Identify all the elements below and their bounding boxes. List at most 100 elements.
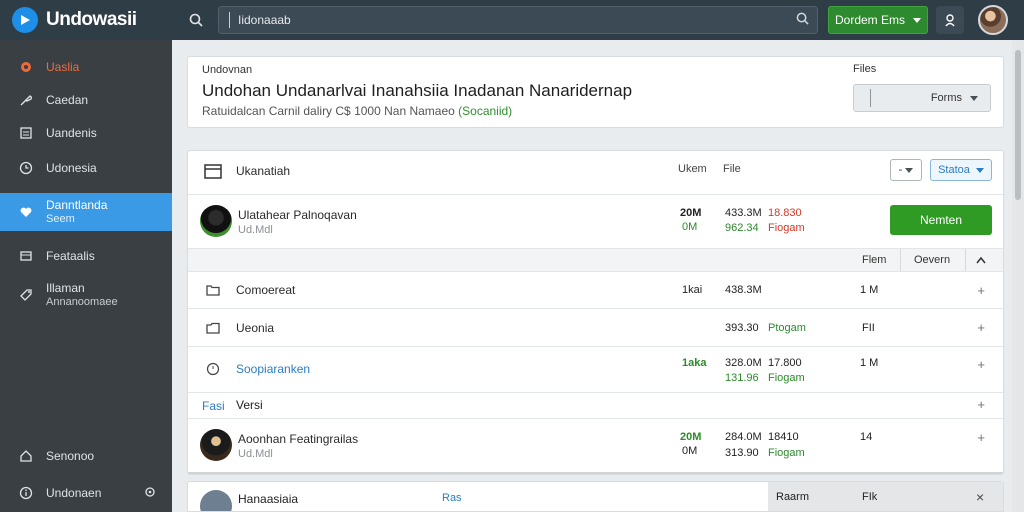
summary-eyebrow: Undovnan <box>202 64 253 76</box>
select-divider <box>870 89 871 107</box>
row-value-1b: 0M <box>682 221 698 233</box>
expand-icon[interactable]: + <box>977 397 985 412</box>
sidebar-item-undonaen[interactable]: Undonaen <box>0 476 172 510</box>
chevron-down-icon <box>970 95 978 101</box>
avatar[interactable] <box>978 5 1008 35</box>
row-value-3: 18410 <box>768 431 799 443</box>
summary-card: Undovnan Undohan Undanarlvai Inanahsiia … <box>187 56 1004 128</box>
row-action-button[interactable]: Nemten <box>890 205 992 235</box>
row-value-1: 1aka <box>682 357 707 369</box>
table-row[interactable]: Ueonia 393.30 Ptogam FII + <box>188 309 1003 347</box>
search-icon[interactable] <box>186 10 206 30</box>
screen-icon <box>18 248 34 264</box>
sidebar-item-sublabel: Seem <box>46 213 75 225</box>
avatar <box>200 205 232 237</box>
app-name: Undowasii <box>46 9 137 30</box>
row-value-4: 1 M <box>860 357 879 369</box>
row-meta: Ud.Mdl <box>238 224 273 236</box>
chevron-down-icon <box>913 17 921 23</box>
avatar <box>200 429 232 461</box>
expand-icon[interactable]: + <box>977 283 985 298</box>
bottom-column-fik[interactable]: FIk <box>862 491 877 503</box>
files-select-value: Forms <box>930 92 962 104</box>
chevron-down-icon <box>905 167 914 173</box>
sidebar-item-uandenis[interactable]: Uandenis <box>0 116 172 150</box>
summary-subtitle-text: Ratuidalcan Carnil daliry C$ 1000 Nan Na… <box>202 104 455 118</box>
search-input[interactable] <box>238 13 778 27</box>
row-value-2b: 131.96 <box>725 372 759 384</box>
vertical-scrollbar[interactable] <box>1012 40 1024 512</box>
settings-icon[interactable] <box>144 486 156 501</box>
section-row[interactable]: Fasi Versi + <box>188 393 1003 419</box>
column-header-flem[interactable]: Flem <box>862 249 886 271</box>
search-submit-icon[interactable] <box>796 12 809 28</box>
sidebar-item-label: Udonesia <box>46 161 97 175</box>
bottom-card[interactable]: Hanaasiaia Ras Raarm FIk × <box>187 481 1004 512</box>
table-row[interactable]: Aoonhan Featingrailas Ud.Mdl 20M 0M 284.… <box>188 419 1003 474</box>
status-dropdown[interactable]: Statoa <box>930 159 992 181</box>
document-icon <box>18 125 34 141</box>
row-name: Comoereat <box>236 283 296 297</box>
row-value-4: 1 M <box>860 284 879 296</box>
row-value-3b: Fiogam <box>768 447 805 459</box>
expand-icon[interactable]: + <box>977 430 985 445</box>
sidebar-item-danntlanda[interactable]: Danntlanda Seem <box>0 193 172 231</box>
sidebar-item-label: Illaman <box>46 281 85 295</box>
sidebar-item-label: Caedan <box>46 93 89 107</box>
clock-icon <box>18 160 34 176</box>
chevron-down-icon <box>975 167 984 173</box>
row-value-3: Ptogam <box>768 322 806 334</box>
sidebar-item-label: Danntlanda <box>46 198 108 212</box>
column-header-oevern[interactable]: Oevern <box>914 249 950 271</box>
status-dropdown-label: Statoa <box>938 164 970 176</box>
row-name: Ueonia <box>236 321 275 335</box>
row-tag: Ras <box>442 492 462 504</box>
row-value-1: 1kai <box>682 284 703 296</box>
table-row[interactable]: Ulatahear Palnoqavan Ud.Mdl 20M 0M 433.3… <box>188 195 1003 249</box>
bottom-column-raarm[interactable]: Raarm <box>776 491 809 503</box>
expand-icon[interactable]: + <box>977 357 985 372</box>
files-panel: Ukanatiah Ukem File - Statoa Ulatahear P… <box>187 150 1004 475</box>
record-icon <box>18 59 34 75</box>
column-header-ukem: Ukem <box>678 163 707 175</box>
sidebar-item-label: Uandenis <box>46 126 97 140</box>
user-menu-icon[interactable] <box>936 6 964 34</box>
files-select[interactable]: Forms <box>853 84 991 112</box>
summary-subtitle-link[interactable]: (Socaniid) <box>458 104 512 118</box>
row-value-4: 14 <box>860 431 873 443</box>
folder-icon <box>206 321 220 338</box>
expand-icon[interactable]: + <box>977 320 985 335</box>
row-value-3b: Fiogam <box>768 222 805 234</box>
sidebar-item-feataalis[interactable]: Feataalis <box>0 239 172 273</box>
primary-dropdown-label: Dordem Ems <box>834 13 905 27</box>
table-subheader: Flem Oevern <box>188 249 1003 272</box>
scrollbar-thumb[interactable] <box>1015 50 1021 200</box>
sidebar-item-caedan[interactable]: Caedan <box>0 83 172 117</box>
row-value-1b: 0M <box>682 445 698 457</box>
search-field[interactable] <box>218 6 818 34</box>
row-value-2: 393.30 <box>725 322 759 334</box>
row-value-3: 17.800 <box>768 357 802 369</box>
chevron-up-icon[interactable] <box>976 249 986 271</box>
brand[interactable]: Undowasii <box>0 0 172 40</box>
sidebar-item-uaslia[interactable]: Uaslia <box>0 50 172 84</box>
sidebar-item-senonoo[interactable]: Senonoo <box>0 439 172 473</box>
column-divider <box>900 249 901 271</box>
primary-dropdown-button[interactable]: Dordem Ems <box>828 6 928 34</box>
sidebar-item-udonesia[interactable]: Udonesia <box>0 151 172 185</box>
close-icon[interactable]: × <box>976 489 984 505</box>
table-row[interactable]: Comoereat 1kai 438.3M 1 M + <box>188 272 1003 309</box>
row-value-4: FII <box>862 322 875 334</box>
table-row[interactable]: Soopiaranken 1aka 328.0M 131.96 17.800 F… <box>188 347 1003 393</box>
info-icon <box>18 485 34 501</box>
summary-subtitle: Ratuidalcan Carnil daliry C$ 1000 Nan Na… <box>202 104 512 118</box>
row-value-2: 438.3M <box>725 284 762 296</box>
sidebar-item-label: Uaslia <box>46 60 80 74</box>
collapse-button[interactable]: - <box>890 159 922 181</box>
row-name-link[interactable]: Soopiaranken <box>236 362 310 376</box>
row-value-1: 20M <box>680 207 702 219</box>
row-name: Ulatahear Palnoqavan <box>238 208 357 222</box>
sidebar-item-illaman[interactable]: Illaman Annanoomaee <box>0 278 172 312</box>
row-value-2: 328.0M <box>725 357 762 369</box>
row-value-3b: Fiogam <box>768 372 805 384</box>
